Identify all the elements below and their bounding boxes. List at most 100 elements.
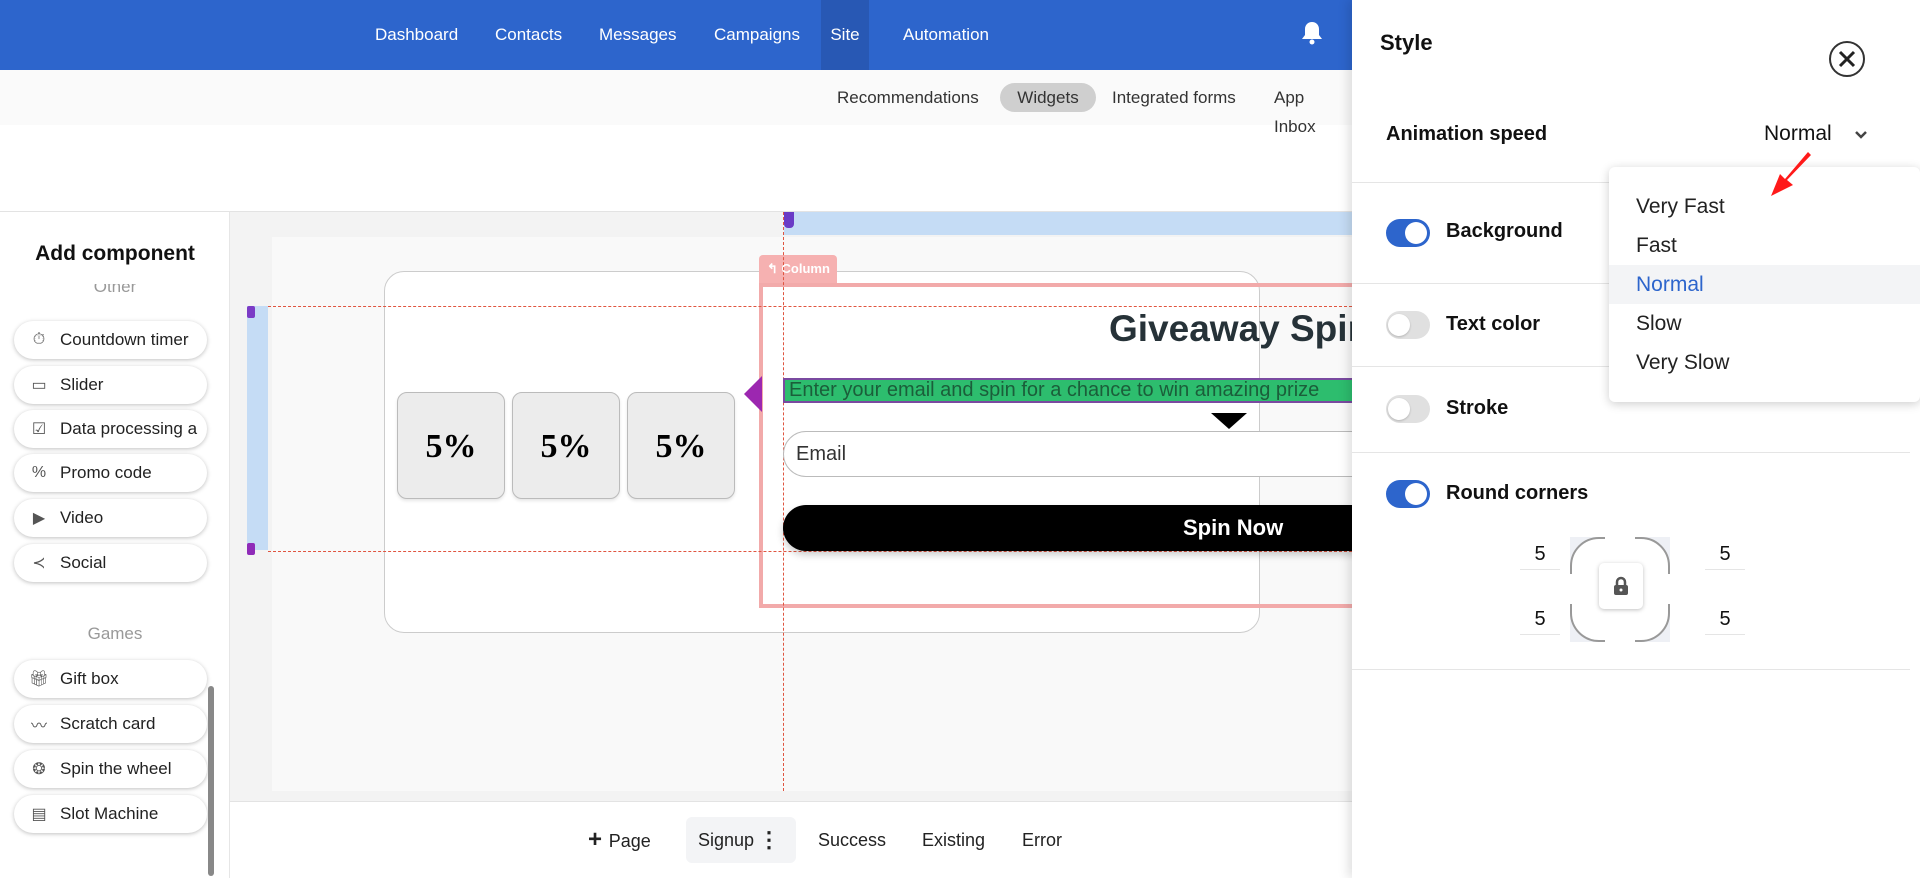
chevron-down-icon[interactable] <box>1854 130 1868 140</box>
component-gift-box[interactable]: 🎁︎ Gift box <box>14 660 207 698</box>
timer-icon: ⏱ <box>32 331 46 348</box>
stroke-toggle[interactable] <box>1386 395 1430 423</box>
guide-line <box>268 306 1352 307</box>
nav-site[interactable]: Site <box>821 0 869 70</box>
arrow-up-icon: ↰ <box>767 261 782 276</box>
nav-dashboard[interactable]: Dashboard <box>363 0 470 70</box>
checkbox-icon: ☑ <box>31 421 47 438</box>
component-slider[interactable]: ▭ Slider <box>14 366 207 404</box>
text-color-toggle[interactable] <box>1386 311 1430 339</box>
annotation-arrow-icon <box>1771 152 1811 196</box>
panel-title: Add component <box>35 242 195 265</box>
slider-icon: ▭ <box>31 377 47 394</box>
column-label: Column <box>781 261 830 276</box>
option-fast[interactable]: Fast <box>1609 226 1920 265</box>
component-label: Slot Machine <box>60 804 159 823</box>
panel-title: Style <box>1380 30 1433 55</box>
animation-speed-select[interactable]: Normal <box>1764 122 1832 146</box>
corner-bottom-right-input[interactable]: 5 <box>1705 603 1745 635</box>
page-tabs-bar: + Page Signup ⋮ Success Existing Error <box>230 801 1352 878</box>
scrollbar[interactable] <box>208 686 214 876</box>
guide-line <box>268 551 1352 552</box>
subnav-widgets[interactable]: Widgets <box>1000 83 1096 112</box>
add-component-panel: Add component Other ⏱ Countdown timer ▭ Sl… <box>0 211 230 878</box>
component-promo-code[interactable]: % Promo code <box>14 454 207 492</box>
component-label: Video <box>60 508 104 527</box>
style-panel: Style Animation speed Normal Background … <box>1352 0 1920 878</box>
component-social[interactable]: ≺ Social <box>14 544 207 582</box>
widget-subtitle[interactable]: Enter your email and spin for a chance t… <box>783 378 1352 403</box>
component-label: Spin the wheel <box>60 759 172 778</box>
close-icon[interactable] <box>1828 40 1866 78</box>
option-slow[interactable]: Slow <box>1609 304 1920 343</box>
section-label-other: Other <box>93 284 137 296</box>
component-label: Scratch card <box>60 714 156 733</box>
gift-icon: 🎁︎ <box>28 671 50 688</box>
corner-top-left-input[interactable]: 5 <box>1520 538 1560 570</box>
resize-handle[interactable] <box>247 306 255 318</box>
divider <box>1352 452 1910 453</box>
percent-icon: % <box>31 464 47 481</box>
subnav-recommendations[interactable]: Recommendations <box>825 83 991 112</box>
corner-bottom-left-input[interactable]: 5 <box>1520 603 1560 635</box>
nav-automation[interactable]: Automation <box>891 0 1001 70</box>
component-countdown-timer[interactable]: ⏱ Countdown timer <box>14 321 207 359</box>
lock-corners-button[interactable] <box>1599 563 1643 609</box>
email-input[interactable]: Email <box>783 431 1352 477</box>
spin-now-button[interactable]: Spin Now <box>783 505 1352 551</box>
slot-reel: 5% <box>512 392 620 499</box>
background-toggle[interactable] <box>1386 219 1430 247</box>
bell-icon[interactable] <box>1301 20 1323 46</box>
component-label: Social <box>60 553 107 572</box>
page-tab-signup[interactable]: Signup ⋮ <box>686 817 796 863</box>
component-label: Gift box <box>60 669 119 688</box>
slot-reel: 5% <box>627 392 735 499</box>
widget-title[interactable]: Giveaway Spin <box>1109 308 1352 350</box>
scratch-icon: 〰 <box>30 718 47 735</box>
corner-top-right-input[interactable]: 5 <box>1705 538 1745 570</box>
share-icon: ≺ <box>32 555 46 572</box>
editor-canvas: 5% 5% 5% ↰ Column Giveaway Spin Enter yo… <box>230 211 1352 801</box>
more-vertical-icon[interactable]: ⋮ <box>758 817 780 863</box>
stroke-label: Stroke <box>1446 397 1509 419</box>
row-side-bar[interactable] <box>247 306 268 550</box>
row-selection-bar[interactable] <box>784 212 1352 235</box>
move-left-handle-icon[interactable] <box>744 376 762 412</box>
lock-icon <box>1614 576 1628 595</box>
column-label-tab[interactable]: ↰ Column <box>759 255 837 283</box>
divider <box>1352 669 1910 670</box>
component-label: Promo code <box>60 463 152 482</box>
round-corners-toggle[interactable] <box>1386 480 1430 508</box>
component-label: Slider <box>60 375 104 394</box>
guide-line <box>783 212 784 791</box>
section-label-games: Games <box>87 624 143 643</box>
option-very-slow[interactable]: Very Slow <box>1609 343 1920 382</box>
component-video[interactable]: ▶ Video <box>14 499 207 537</box>
option-normal[interactable]: Normal <box>1609 265 1920 304</box>
add-page-label: Page <box>608 831 651 851</box>
component-data-processing[interactable]: ☑ Data processing a <box>14 410 207 448</box>
round-corners-label: Round corners <box>1446 482 1589 504</box>
resize-handle[interactable] <box>784 212 794 228</box>
nav-campaigns[interactable]: Campaigns <box>702 0 812 70</box>
background-label: Background <box>1446 220 1563 242</box>
slot-reel: 5% <box>397 392 505 499</box>
nav-messages[interactable]: Messages <box>587 0 688 70</box>
page-tab-success[interactable]: Success <box>806 817 898 863</box>
text-color-label: Text color <box>1446 313 1541 335</box>
resize-handle[interactable] <box>247 543 255 555</box>
plus-icon: + <box>588 826 609 853</box>
component-scratch-card[interactable]: 〰 Scratch card <box>14 705 207 743</box>
component-spin-the-wheel[interactable]: ❂ Spin the wheel <box>14 750 207 788</box>
nav-contacts[interactable]: Contacts <box>483 0 574 70</box>
slot-machine-icon: ▤ <box>31 806 47 823</box>
subnav-app-inbox[interactable]: App Inbox <box>1262 83 1352 136</box>
animation-speed-label: Animation speed <box>1386 123 1548 145</box>
page-tab-error[interactable]: Error <box>1010 817 1074 863</box>
add-page-button[interactable]: + Page <box>576 817 663 863</box>
wheel-icon: ❂ <box>32 761 46 778</box>
component-slot-machine[interactable]: ▤ Slot Machine <box>14 795 207 833</box>
sub-navigation: Recommendations Widgets Integrated forms… <box>0 70 1352 136</box>
page-tab-existing[interactable]: Existing <box>910 817 997 863</box>
subnav-integrated-forms[interactable]: Integrated forms <box>1100 83 1248 112</box>
